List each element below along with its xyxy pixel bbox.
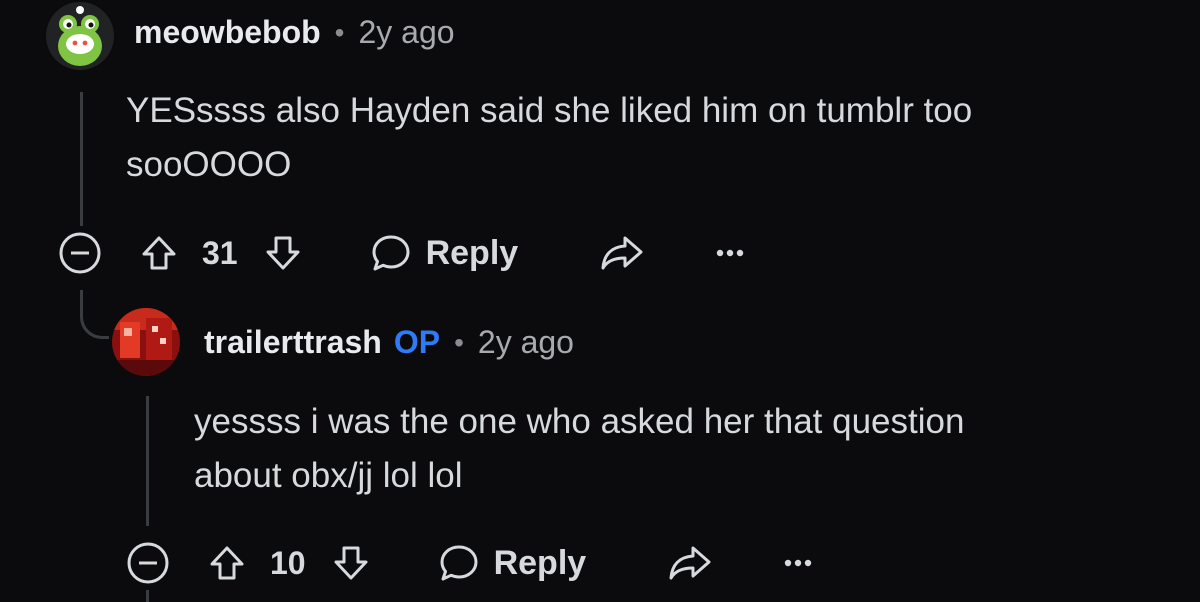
speech-bubble-icon [436,540,482,586]
op-badge: OP [393,324,441,360]
thread-line-main[interactable] [80,92,83,226]
comment-body-line: sooOOOO [126,145,292,184]
comment-body-line: YESssss also Hayden said she liked him o… [126,91,973,130]
thread-branch-curve [80,300,109,339]
comment-body: YESssss also Hayden said she liked him o… [126,84,972,192]
speech-bubble-icon [368,230,414,276]
red-photo-avatar-icon [112,308,180,376]
comment-meta: trailerttrash OP • 2y ago [204,324,574,361]
collapse-minus-icon[interactable] [124,539,172,587]
thread-line-reply-lower[interactable] [146,590,149,602]
avatar[interactable] [112,308,180,376]
meta-separator: • [454,326,464,358]
share-arrow-icon[interactable] [666,541,714,585]
username[interactable]: trailerttrash [204,324,382,361]
meta-separator: • [334,16,345,48]
collapse-minus-icon[interactable] [56,229,104,277]
reply-button[interactable]: Reply [368,230,519,276]
comment-meta: meowbebob • 2y ago [134,14,455,51]
comment-body-line: yessss i was the one who asked her that … [194,402,965,441]
comment-thread: meowbebob • 2y ago YESssss also Hayden s… [0,0,1200,602]
downvote-arrow-icon[interactable] [330,542,372,584]
upvote-arrow-icon[interactable] [138,232,180,274]
comment-body-line: about obx/jj lol lol [194,456,463,495]
share-arrow-icon[interactable] [598,231,646,275]
more-dots-icon[interactable] [710,243,750,263]
reply-label: Reply [425,233,519,272]
timestamp: 2y ago [358,14,455,50]
comment-actions: 31 Reply [56,228,750,278]
upvote-arrow-icon[interactable] [206,542,248,584]
reply-label: Reply [493,543,587,582]
snoo-frog-avatar-icon [46,2,114,70]
timestamp: 2y ago [477,324,574,360]
reply-button[interactable]: Reply [436,540,587,586]
comment-body: yessss i was the one who asked her that … [194,395,964,503]
downvote-arrow-icon[interactable] [262,232,304,274]
vote-count: 31 [202,234,238,271]
more-dots-icon[interactable] [778,553,818,573]
vote-count: 10 [270,544,306,581]
avatar[interactable] [46,2,114,70]
username[interactable]: meowbebob [134,14,321,51]
thread-line-reply[interactable] [146,396,149,526]
comment-actions: 10 Reply [124,538,818,588]
